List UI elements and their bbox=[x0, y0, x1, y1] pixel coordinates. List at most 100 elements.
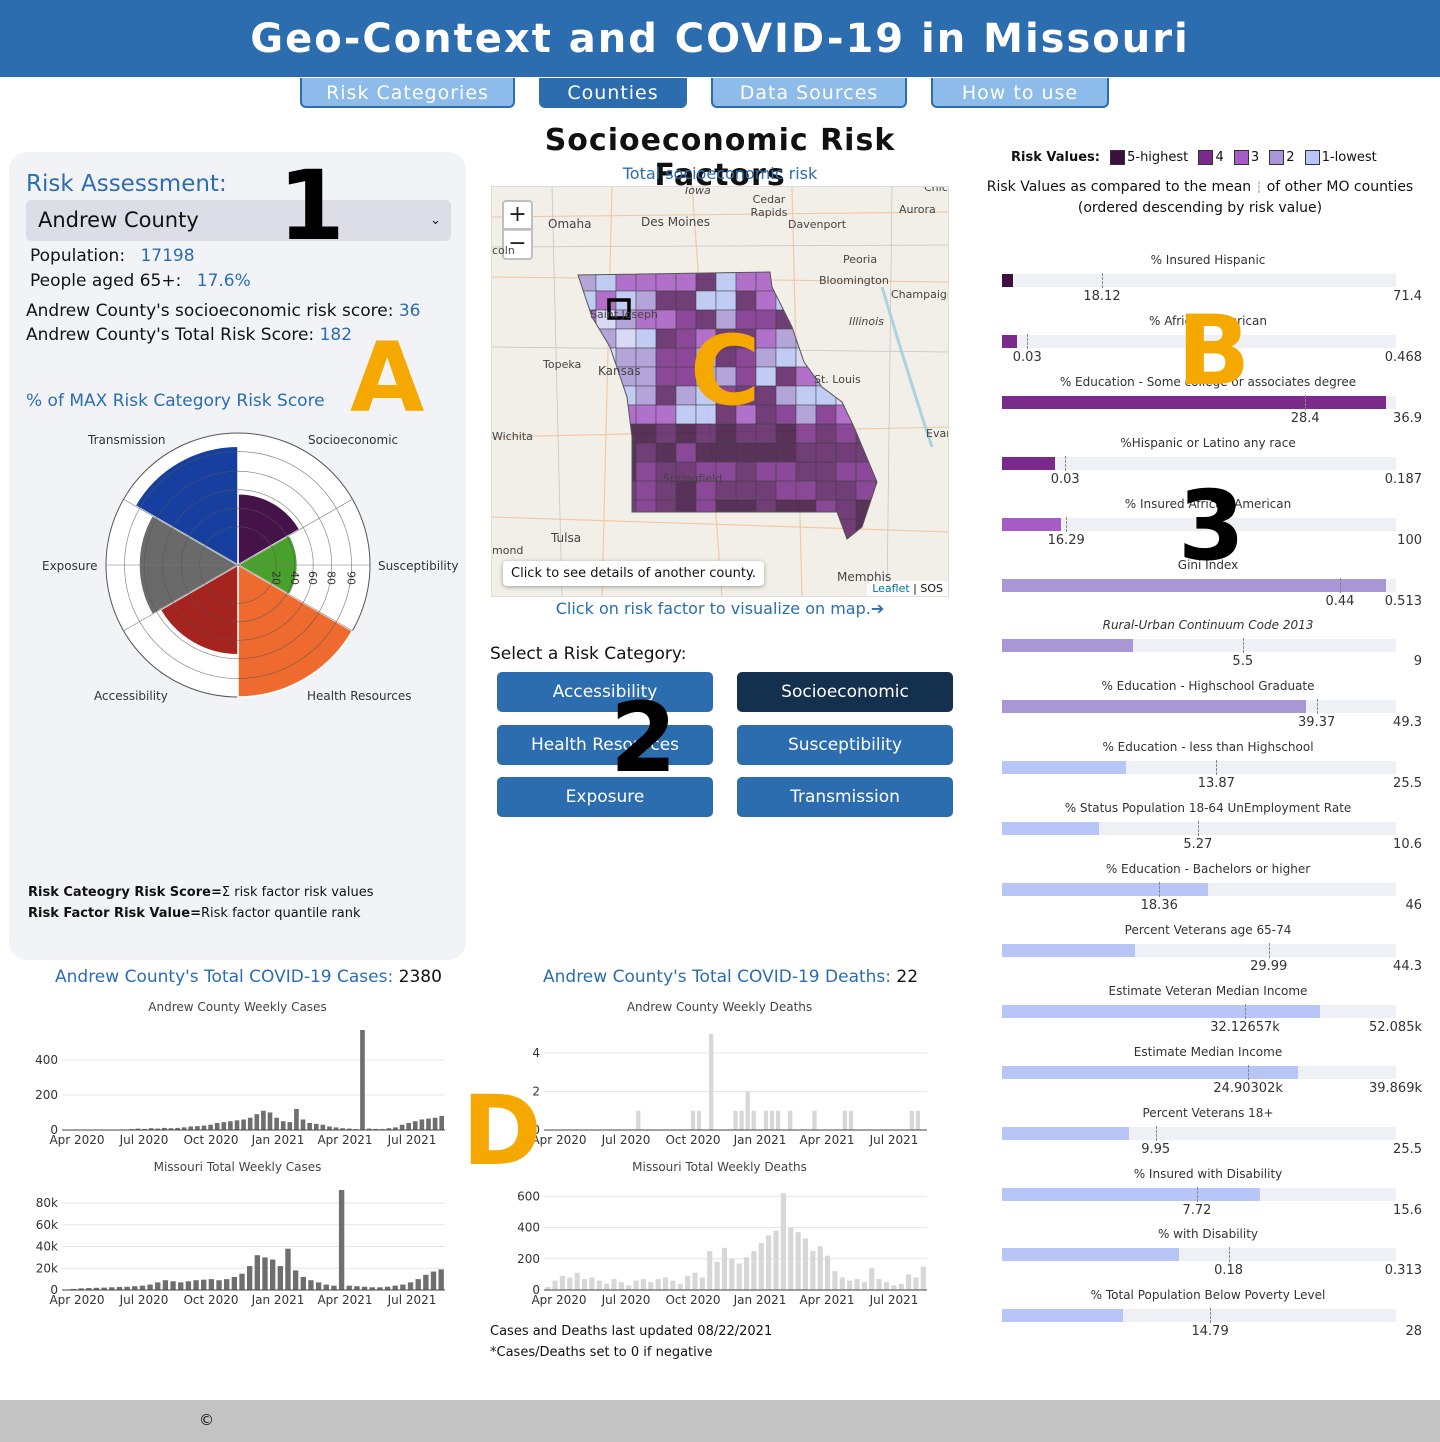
county-shape[interactable] bbox=[855, 442, 877, 463]
county-shape[interactable] bbox=[655, 272, 677, 292]
county-shape[interactable] bbox=[595, 442, 617, 463]
county-shape[interactable] bbox=[655, 290, 677, 311]
county-shape[interactable] bbox=[635, 499, 657, 520]
county-shape[interactable] bbox=[795, 272, 817, 292]
county-shape[interactable] bbox=[795, 537, 817, 557]
county-shape[interactable] bbox=[595, 328, 617, 349]
county-shape[interactable] bbox=[815, 404, 837, 425]
county-shape[interactable] bbox=[795, 328, 817, 349]
county-shape[interactable] bbox=[615, 518, 637, 539]
county-shape[interactable] bbox=[735, 499, 757, 520]
factor-bar-track[interactable] bbox=[1002, 1247, 1396, 1263]
county-shape[interactable] bbox=[755, 442, 777, 463]
county-shape[interactable] bbox=[875, 518, 896, 539]
county-shape[interactable] bbox=[755, 480, 777, 501]
factor-bar-track[interactable] bbox=[1002, 882, 1396, 897]
factor-title[interactable]: % with Disability bbox=[998, 1227, 1418, 1241]
county-shape[interactable] bbox=[715, 537, 737, 557]
county-shape[interactable] bbox=[715, 272, 737, 292]
category-button-exposure[interactable]: Exposure bbox=[497, 777, 713, 817]
category-button-transmission[interactable]: Transmission bbox=[737, 777, 953, 817]
county-shape[interactable] bbox=[576, 385, 597, 406]
county-shape[interactable] bbox=[635, 272, 657, 292]
county-shape[interactable] bbox=[655, 518, 677, 539]
county-shape[interactable] bbox=[795, 461, 817, 482]
county-shape[interactable] bbox=[655, 537, 677, 557]
county-shape[interactable] bbox=[635, 442, 657, 463]
county-select[interactable]: Andrew County ⌄ bbox=[26, 200, 451, 241]
county-shape[interactable] bbox=[875, 347, 896, 368]
factor-title[interactable]: % Education - Bachelors or higher bbox=[998, 862, 1418, 876]
county-shape[interactable] bbox=[576, 480, 597, 501]
county-shape[interactable] bbox=[755, 461, 777, 482]
county-shape[interactable] bbox=[755, 290, 777, 311]
tab-how-to-use[interactable]: How to use bbox=[931, 78, 1109, 108]
county-shape[interactable] bbox=[655, 309, 677, 330]
county-shape[interactable] bbox=[595, 423, 617, 444]
county-shape[interactable] bbox=[635, 537, 657, 557]
county-shape[interactable] bbox=[595, 385, 617, 406]
county-shape[interactable] bbox=[655, 442, 677, 463]
leaflet-link[interactable]: Leaflet bbox=[872, 582, 909, 595]
county-shape[interactable] bbox=[635, 404, 657, 425]
county-shape[interactable] bbox=[795, 290, 817, 311]
county-shape[interactable] bbox=[795, 480, 817, 501]
county-shape[interactable] bbox=[815, 480, 837, 501]
county-shape[interactable] bbox=[815, 442, 837, 463]
county-shape[interactable] bbox=[735, 518, 757, 539]
county-shape[interactable] bbox=[695, 272, 717, 292]
county-shape[interactable] bbox=[755, 499, 777, 520]
county-shape[interactable] bbox=[855, 328, 877, 349]
county-shape[interactable] bbox=[815, 461, 837, 482]
county-shape[interactable] bbox=[675, 290, 697, 311]
county-shape[interactable] bbox=[715, 499, 737, 520]
county-shape[interactable] bbox=[775, 309, 797, 330]
county-shape[interactable] bbox=[576, 499, 597, 520]
county-shape[interactable] bbox=[795, 404, 817, 425]
county-shape[interactable] bbox=[835, 385, 857, 406]
county-shape[interactable] bbox=[695, 537, 717, 557]
county-shape[interactable] bbox=[615, 442, 637, 463]
tab-risk-categories[interactable]: Risk Categories bbox=[300, 78, 515, 108]
county-shape[interactable] bbox=[576, 404, 597, 425]
county-shape[interactable] bbox=[855, 480, 877, 501]
county-shape[interactable] bbox=[655, 385, 677, 406]
county-shape[interactable] bbox=[755, 537, 777, 557]
county-shape[interactable] bbox=[775, 385, 797, 406]
category-button-accessibility[interactable]: Accessibility bbox=[497, 672, 713, 712]
factor-title[interactable]: % Insured Hispanic bbox=[998, 253, 1418, 267]
county-shape[interactable] bbox=[655, 328, 677, 349]
county-shape[interactable] bbox=[675, 537, 697, 557]
county-shape[interactable] bbox=[855, 518, 877, 539]
factor-title[interactable]: % Education - less than Highschool bbox=[998, 740, 1418, 754]
county-shape[interactable] bbox=[635, 518, 657, 539]
county-shape[interactable] bbox=[595, 404, 617, 425]
county-shape[interactable] bbox=[595, 518, 617, 539]
county-shape[interactable] bbox=[615, 404, 637, 425]
county-shape[interactable] bbox=[835, 537, 857, 557]
county-shape[interactable] bbox=[775, 499, 797, 520]
county-shape[interactable] bbox=[615, 480, 637, 501]
factor-bar-track[interactable] bbox=[1002, 638, 1396, 654]
county-shape[interactable] bbox=[595, 499, 617, 520]
county-shape[interactable] bbox=[675, 442, 697, 463]
county-shape[interactable] bbox=[835, 290, 857, 311]
county-shape[interactable] bbox=[615, 537, 637, 557]
county-shape[interactable] bbox=[775, 480, 797, 501]
factor-title[interactable]: %Hispanic or Latino any race bbox=[998, 436, 1418, 450]
county-shape[interactable] bbox=[875, 480, 896, 501]
factor-bar-track[interactable] bbox=[1002, 699, 1396, 715]
county-shape[interactable] bbox=[795, 385, 817, 406]
county-shape[interactable] bbox=[735, 537, 757, 557]
county-shape[interactable] bbox=[775, 328, 797, 349]
factor-title[interactable]: Percent Veterans 18+ bbox=[998, 1106, 1418, 1120]
county-shape[interactable] bbox=[875, 499, 896, 520]
county-shape[interactable] bbox=[755, 518, 777, 539]
county-shape[interactable] bbox=[635, 385, 657, 406]
category-button-susceptibility[interactable]: Susceptibility bbox=[737, 725, 953, 765]
factor-title[interactable]: % Total Population Below Poverty Level bbox=[998, 1288, 1418, 1302]
county-shape[interactable] bbox=[835, 442, 857, 463]
county-shape[interactable] bbox=[875, 366, 896, 387]
county-shape[interactable] bbox=[795, 518, 817, 539]
county-shape[interactable] bbox=[875, 328, 896, 349]
